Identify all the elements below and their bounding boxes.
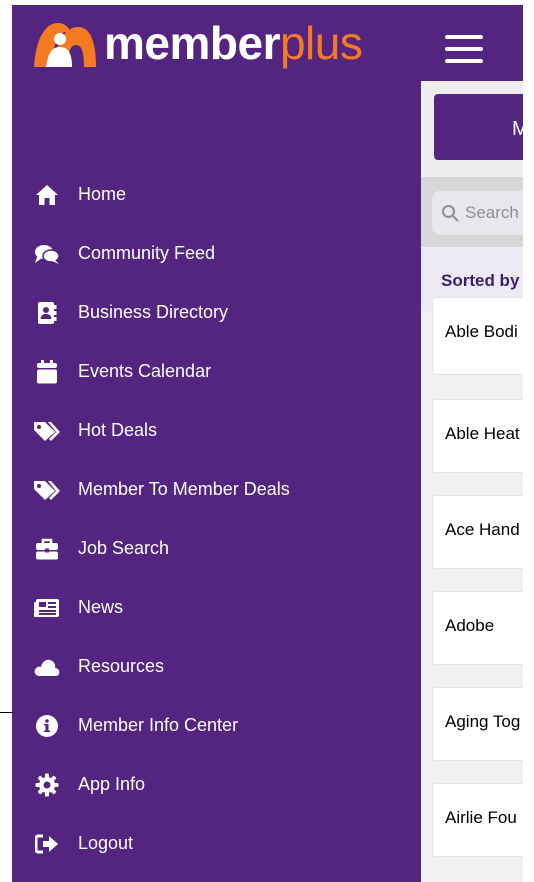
app-logo: memberplus	[32, 13, 363, 73]
address-book-icon	[32, 298, 62, 328]
nav-item-app-info[interactable]: App Info	[12, 755, 421, 814]
nav-item-label: Hot Deals	[78, 420, 158, 440]
sorted-label: Sorted by	[441, 271, 520, 290]
calendar-icon	[32, 357, 62, 387]
nav-item-member-info-center[interactable]: Member Info Center	[12, 696, 421, 755]
nav-item-label: App Info	[78, 774, 146, 794]
primary-action-button[interactable]: M	[434, 94, 523, 160]
action-panel: M	[421, 81, 523, 181]
list-item-title: Airlie Fou	[445, 808, 517, 827]
list-item-title: Able Bodi	[445, 322, 518, 341]
briefcase-icon	[32, 534, 62, 564]
brand-name-accent: plus	[279, 17, 363, 69]
primary-action-label: M	[512, 118, 523, 140]
nav-item-label: Member To Member Deals	[78, 479, 290, 499]
cog-icon	[32, 770, 62, 800]
list-item[interactable]: Able Bodi	[432, 297, 523, 375]
list-item-title: Aging Tog	[445, 712, 521, 731]
list-item[interactable]: Aging Tog	[432, 687, 523, 761]
memberplus-logo-icon	[34, 23, 96, 67]
search-placeholder: Search	[465, 203, 519, 222]
cloud-icon	[32, 652, 62, 682]
nav-item-events-calendar[interactable]: Events Calendar	[12, 342, 421, 401]
nav-item-news[interactable]: News	[12, 578, 421, 637]
nav-item-resources[interactable]: Resources	[12, 637, 421, 696]
list-item-title: Adobe	[445, 616, 495, 635]
list-item[interactable]: Adobe	[432, 591, 523, 665]
home-icon	[32, 180, 62, 210]
nav-item-job-search[interactable]: Job Search	[12, 519, 421, 578]
brand-wordmark: memberplus	[104, 17, 363, 69]
nav-item-label: Resources	[78, 656, 165, 676]
nav-item-community-feed[interactable]: Community Feed	[12, 224, 421, 283]
nav-item-label: Business Directory	[78, 302, 229, 322]
newspaper-icon	[32, 593, 62, 623]
nav-item-label: Community Feed	[78, 243, 216, 263]
nav-item-hot-deals[interactable]: Hot Deals	[12, 401, 421, 460]
top-bar	[421, 5, 523, 81]
left-edge-rule	[0, 712, 12, 713]
brand-name-main: member	[104, 17, 280, 69]
list-item-title: Ace Hand	[445, 520, 520, 539]
nav-item-label: News	[78, 597, 124, 617]
search-bar-wrapper: Search	[421, 177, 523, 247]
sign-out-icon	[32, 829, 62, 859]
list-item[interactable]: Able Heat	[432, 399, 523, 473]
nav-item-label: Logout	[78, 833, 134, 853]
side-drawer: memberplus Home Community Feed Business …	[12, 5, 421, 882]
directory-list: Able Bodi Able Heat Ace Hand Adobe Aging…	[421, 297, 523, 882]
comments-icon	[32, 239, 62, 269]
tags-icon	[32, 416, 62, 446]
tags-icon	[32, 475, 62, 505]
nav-item-logout[interactable]: Logout	[12, 814, 421, 873]
info-circle-icon	[32, 711, 62, 741]
search-input[interactable]: Search	[432, 191, 523, 235]
nav-item-member-deals[interactable]: Member To Member Deals	[12, 460, 421, 519]
list-item[interactable]: Airlie Fou	[432, 783, 523, 857]
main-content-peek: M Search Sorted by Able Bodi Able Heat A…	[421, 5, 523, 882]
nav-item-label: Member Info Center	[78, 715, 239, 735]
search-icon	[442, 205, 459, 222]
list-item[interactable]: Ace Hand	[432, 495, 523, 569]
list-item-title: Able Heat	[445, 424, 520, 443]
nav-item-label: Home	[78, 184, 127, 204]
menu-icon[interactable]	[445, 35, 483, 67]
nav-item-business-directory[interactable]: Business Directory	[12, 283, 421, 342]
nav-item-home[interactable]: Home	[12, 165, 421, 224]
drawer-nav: Home Community Feed Business Directory E…	[12, 165, 421, 873]
nav-item-label: Events Calendar	[78, 361, 212, 381]
nav-item-label: Job Search	[78, 538, 170, 558]
